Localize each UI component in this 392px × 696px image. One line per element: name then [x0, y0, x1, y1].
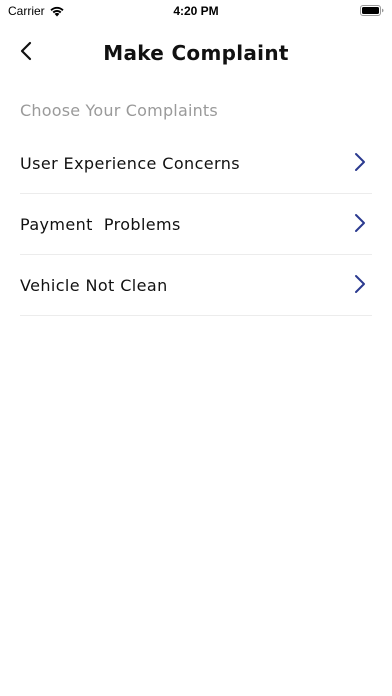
- complaint-item-payment[interactable]: Payment Problems: [20, 194, 372, 255]
- battery-icon: [360, 5, 384, 16]
- section-label: Choose Your Complaints: [20, 101, 218, 120]
- chevron-right-icon: [355, 153, 365, 171]
- complaint-item-user-experience[interactable]: User Experience Concerns: [20, 133, 372, 194]
- complaint-list: User Experience Concerns Payment Problem…: [20, 133, 372, 316]
- chevron-right-icon: [355, 275, 365, 293]
- complaint-item-vehicle-not-clean[interactable]: Vehicle Not Clean: [20, 255, 372, 316]
- chevron-right-icon: [355, 214, 365, 232]
- complaint-item-label: Vehicle Not Clean: [20, 275, 168, 295]
- page-title: Make Complaint: [103, 41, 289, 65]
- complaint-item-label: User Experience Concerns: [20, 153, 240, 173]
- status-bar: Carrier 4:20 PM: [0, 0, 392, 22]
- complaint-item-label: Payment Problems: [20, 214, 181, 234]
- status-time: 4:20 PM: [173, 4, 219, 18]
- nav-bar: Make Complaint: [0, 30, 392, 78]
